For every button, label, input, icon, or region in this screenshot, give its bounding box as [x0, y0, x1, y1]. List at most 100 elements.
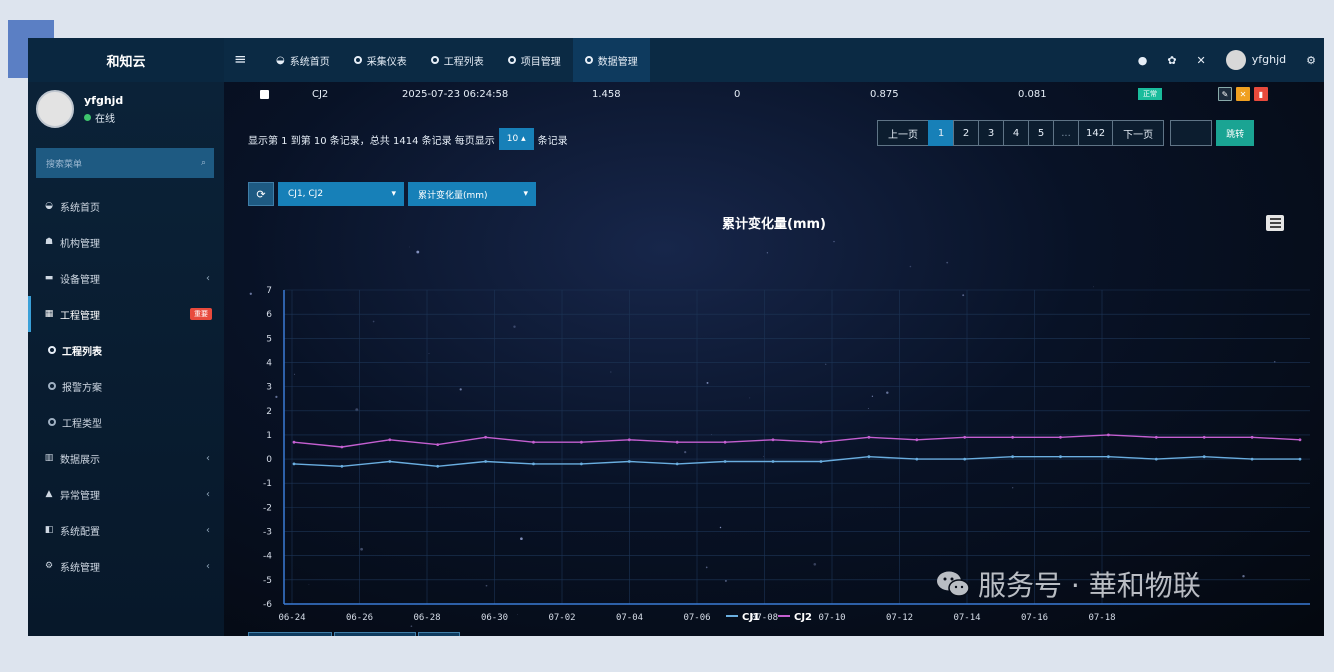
sidebar-item-label: 数据展示 [60, 454, 100, 466]
sidebar-item-project-list[interactable]: 工程列表 [28, 332, 224, 368]
sidebar-item-label: 工程管理 [60, 310, 100, 322]
series-point-cj1 [484, 460, 487, 463]
sidebar-item-label: 报警方案 [62, 382, 102, 394]
online-status: 在线 [84, 110, 123, 125]
theme-icon[interactable]: ✿ [1167, 54, 1176, 67]
circle-icon [430, 56, 439, 64]
series-point-cj2 [675, 440, 679, 444]
page-button[interactable]: 4 [1003, 120, 1029, 146]
bottom-button-2[interactable] [334, 632, 416, 636]
series-point-cj1 [771, 460, 775, 463]
star [684, 450, 687, 454]
series-point-cj1 [1154, 457, 1158, 461]
watermark: 服务号 · 華和物联 [936, 564, 1201, 604]
page-jump-input[interactable] [1170, 120, 1213, 146]
page-button[interactable]: 142 [1078, 120, 1114, 146]
chart-menu-icon[interactable] [1266, 215, 1284, 231]
series-point-cj2 [580, 440, 583, 444]
star [520, 537, 523, 541]
star [825, 363, 827, 365]
series-point-cj1 [388, 460, 392, 463]
metric-select[interactable]: 累计变化量(mm) ▾ [408, 182, 536, 206]
book-icon: ◧ [44, 525, 54, 535]
dashboard-icon: ◒ [45, 201, 53, 211]
device-icon: ▬ [44, 273, 54, 283]
user-panel: yfghjd 在线 [36, 90, 123, 128]
close-icon[interactable]: ✕ [1236, 87, 1250, 101]
settings-icon[interactable]: ⚙ [1306, 54, 1316, 67]
nav-collector[interactable]: 采集仪表 [342, 38, 419, 82]
wechat-icon [937, 571, 970, 597]
y-tick-label: -6 [263, 600, 272, 610]
next-page-button[interactable]: 下一页 [1112, 120, 1165, 146]
series-point-cj1 [819, 460, 823, 463]
delete-icon[interactable]: ▮ [1254, 87, 1268, 101]
star [428, 353, 430, 354]
fullscreen-icon[interactable]: ✕ [1197, 54, 1206, 67]
page-button[interactable]: 5 [1028, 120, 1054, 146]
y-tick-label: 4 [266, 358, 272, 368]
search-input[interactable]: 搜索菜单 ⌕ [36, 148, 214, 178]
edit-icon[interactable]: ✎ [1218, 87, 1232, 101]
search-icon[interactable]: ⌕ [201, 158, 206, 168]
star [372, 320, 375, 323]
caret-down-icon: ▾ [391, 189, 396, 199]
nav-data-management[interactable]: 数据管理 [572, 38, 650, 82]
sidebar-item-exceptions[interactable]: ▲ 异常管理 ‹ [28, 476, 224, 512]
y-tick-label: -1 [263, 479, 272, 489]
star [867, 407, 869, 409]
sidebar-item-home[interactable]: ◒ 系统首页 [28, 188, 224, 224]
series-point-cj2 [963, 435, 967, 439]
message-icon[interactable]: ● [1138, 54, 1148, 67]
menu-toggle-icon[interactable]: ≡ [234, 50, 247, 68]
sidebar-item-label: 系统管理 [60, 562, 100, 574]
chevron-left-icon: ‹ [206, 560, 210, 572]
star [410, 625, 413, 628]
nav-projects[interactable]: 工程列表 [419, 38, 496, 82]
sidebar-username: yfghjd [84, 93, 124, 107]
series-point-cj1 [580, 462, 583, 466]
series-point-cj2 [915, 438, 919, 442]
page-button[interactable]: 2 [953, 120, 979, 146]
pagination-info: 显示第 1 到第 10 条记录，总共 1414 条记录 每页显示 10 ▴ 条记… [248, 128, 568, 150]
series-point-cj1 [436, 464, 440, 468]
star [813, 562, 817, 566]
row-checkbox[interactable] [260, 89, 269, 99]
point-select[interactable]: CJ1, CJ2 ▾ [278, 182, 404, 206]
x-tick-label: 06-28 [413, 613, 440, 623]
sidebar-item-project-type[interactable]: 工程类型 [28, 404, 224, 440]
series-point-cj2 [771, 438, 775, 442]
refresh-button[interactable]: ⟳ [248, 182, 274, 206]
app-window: 和知云 ≡ ◒ 系统首页 采集仪表 工程列表 项目管理 数据管理 ● ✿ ✕ y… [28, 38, 1324, 636]
nav-dashboard[interactable]: ◒ 系统首页 [264, 38, 342, 82]
nav-project-management[interactable]: 项目管理 [496, 38, 573, 82]
sidebar-item-system[interactable]: ⚙ 系统管理 ‹ [28, 548, 224, 584]
sidebar-item-alarm-plan[interactable]: 报警方案 [28, 368, 224, 404]
row-actions: ✎ ✕ ▮ [1214, 87, 1268, 101]
star [409, 246, 410, 248]
prev-page-button[interactable]: 上一页 [877, 120, 929, 146]
series-point-cj1 [1011, 455, 1014, 459]
jump-button[interactable]: 跳转 [1216, 120, 1255, 146]
star [249, 292, 252, 295]
online-dot-icon [84, 113, 91, 121]
series-point-cj2 [819, 440, 823, 444]
bottom-button-3[interactable] [418, 632, 460, 636]
sidebar-item-devices[interactable]: ▬ 设备管理 ‹ [28, 260, 224, 296]
sidebar-item-config[interactable]: ◧ 系统配置 ‹ [28, 512, 224, 548]
sidebar-item-org[interactable]: ☗ 机构管理 [28, 224, 224, 260]
y-tick-label: -5 [263, 576, 272, 586]
user-menu[interactable]: yfghjd [1225, 50, 1286, 70]
series-point-cj1 [675, 462, 679, 466]
page-ellipsis: ... [1053, 120, 1079, 146]
page-button[interactable]: 1 [928, 120, 954, 146]
star [610, 371, 612, 373]
bottom-button-1[interactable] [248, 632, 332, 636]
page-size-select[interactable]: 10 ▴ [498, 128, 534, 150]
y-tick-label: 2 [266, 407, 272, 417]
star [749, 397, 751, 399]
sidebar-item-projects[interactable]: ▦ 工程管理 重要 [28, 296, 224, 332]
page-button[interactable]: 3 [978, 120, 1004, 146]
series-point-cj2 [1298, 438, 1302, 442]
sidebar-item-data-display[interactable]: ▥ 数据展示 ‹ [28, 440, 224, 476]
